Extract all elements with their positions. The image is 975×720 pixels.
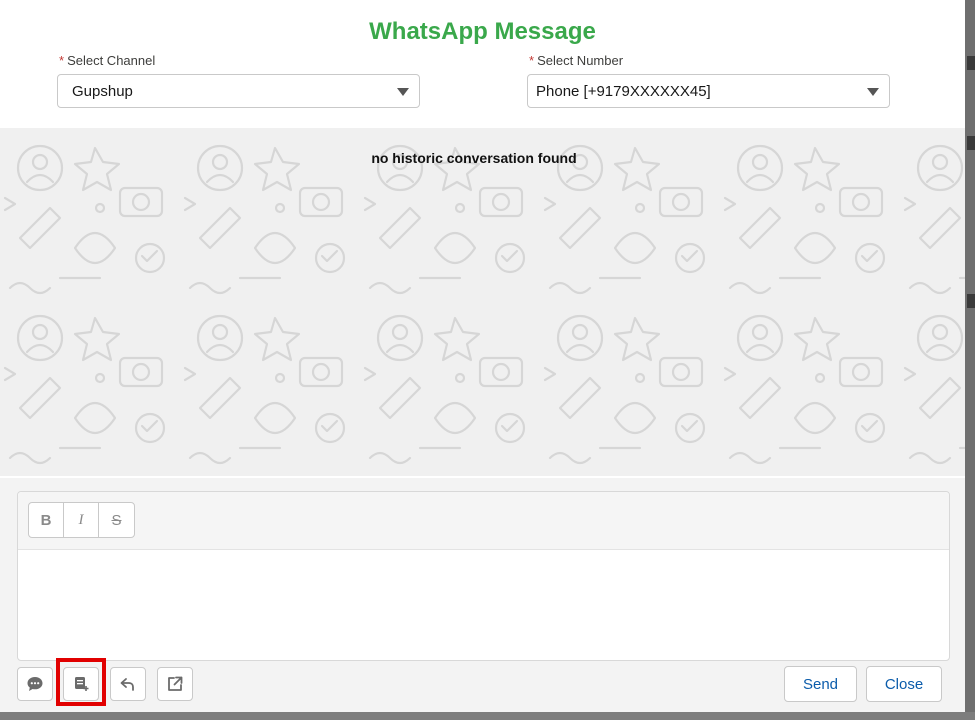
select-number-dropdown[interactable]: Phone [+9179XXXXXX45] (527, 74, 890, 108)
select-channel-label-text: Select Channel (67, 53, 156, 68)
background-fragment (967, 56, 975, 70)
chat-bubble-icon (27, 677, 43, 691)
whatsapp-message-modal: WhatsApp Message * Select Channel Gupshup… (0, 0, 965, 712)
open-external-button[interactable] (157, 667, 193, 701)
background-page-edge (965, 0, 975, 720)
close-button[interactable]: Close (866, 666, 942, 702)
select-number-label: * Select Number (529, 53, 623, 68)
reply-button[interactable] (110, 667, 146, 701)
chevron-down-icon (867, 88, 879, 96)
quick-text-icon (75, 677, 89, 691)
message-input[interactable] (18, 550, 949, 660)
reply-icon (120, 678, 134, 691)
format-button-group: B I S (28, 502, 135, 538)
background-page-edge-bottom (0, 712, 975, 720)
select-channel-dropdown[interactable]: Gupshup (57, 74, 420, 108)
select-number-label-text: Select Number (537, 53, 624, 68)
background-fragment (967, 136, 975, 150)
italic-button[interactable]: I (64, 503, 99, 537)
open-external-icon (168, 676, 183, 691)
send-button[interactable]: Send (784, 666, 857, 702)
background-fragment (967, 294, 975, 308)
chevron-down-icon (397, 88, 409, 96)
wallpaper-pattern (0, 128, 965, 476)
select-channel-label: * Select Channel (59, 53, 155, 68)
strikethrough-button[interactable]: S (99, 503, 134, 537)
message-editor: B I S (17, 491, 950, 661)
select-number-value: Phone [+9179XXXXXX45] (536, 82, 711, 100)
quick-text-button[interactable] (63, 667, 99, 701)
select-channel-value: Gupshup (72, 82, 133, 100)
required-mark: * (529, 53, 535, 68)
formatting-toolbar: B I S (18, 492, 949, 550)
modal-title: WhatsApp Message (369, 18, 596, 45)
chat-bubble-button[interactable] (17, 667, 53, 701)
conversation-history[interactable]: no historic conversation found (0, 128, 965, 476)
bold-button[interactable]: B (29, 503, 64, 537)
required-mark: * (59, 53, 65, 68)
no-conversation-text: no historic conversation found (371, 150, 577, 166)
